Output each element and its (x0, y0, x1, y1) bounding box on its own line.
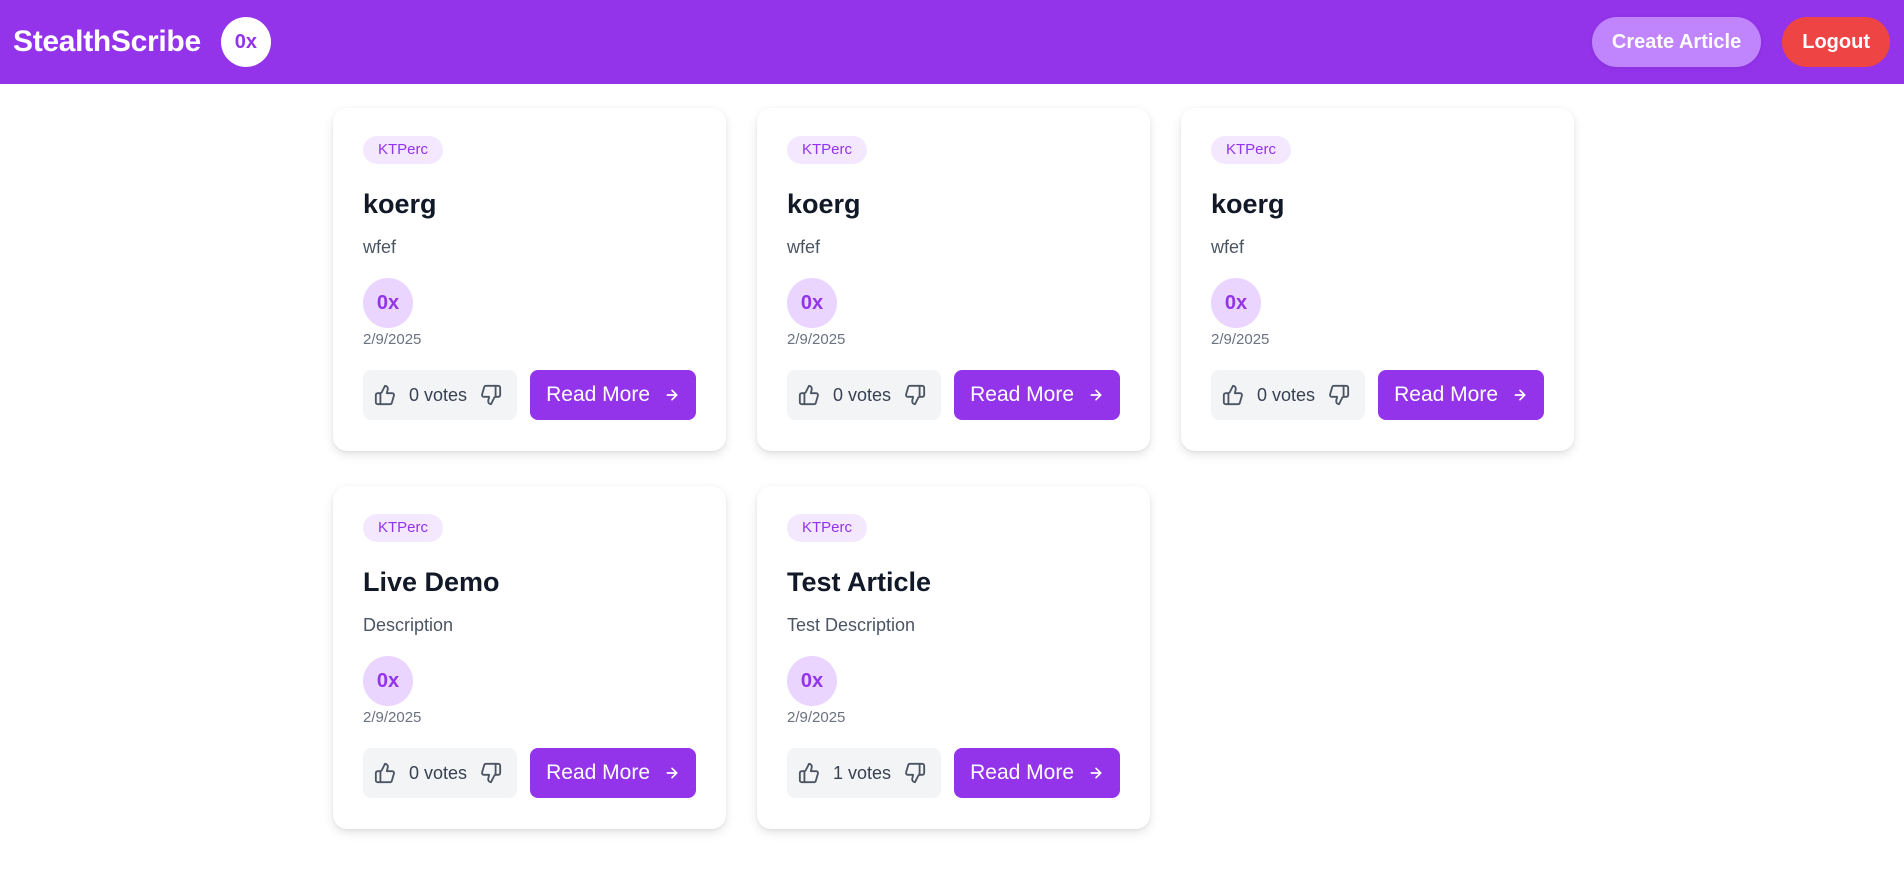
article-description: Description (363, 615, 454, 635)
vote-count: 0 votes (1256, 384, 1316, 405)
vote-count: 0 votes (408, 762, 468, 783)
article-tag: KTPerc (1211, 136, 1292, 164)
vote-count: 0 votes (832, 384, 892, 405)
thumbs-down-icon[interactable] (1327, 383, 1351, 407)
article-title: koerg (1211, 189, 1285, 219)
thumbs-up-icon[interactable] (373, 761, 397, 785)
article-card: KTPerc Live Demo Description 0x 2/9/2025… (333, 486, 726, 829)
article-date: 2/9/2025 (363, 331, 422, 348)
read-more-label: Read More (546, 761, 650, 784)
article-tag: KTPerc (363, 136, 444, 164)
author-avatar: 0x (363, 278, 413, 328)
card-footer: 0 votes Read More (363, 370, 696, 420)
article-description: Test Description (787, 615, 916, 635)
card-footer: 0 votes Read More (1211, 370, 1544, 420)
article-date: 2/9/2025 (787, 331, 846, 348)
brand-title[interactable]: StealthScribe (13, 25, 201, 59)
author-avatar: 0x (1211, 278, 1261, 328)
arrow-right-icon (664, 387, 680, 403)
author-avatar: 0x (363, 656, 413, 706)
article-date: 2/9/2025 (363, 709, 422, 726)
article-description: wfef (787, 237, 821, 257)
card-footer: 0 votes Read More (787, 370, 1120, 420)
arrow-right-icon (664, 765, 680, 781)
read-more-label: Read More (1394, 383, 1498, 406)
article-title: koerg (363, 189, 437, 219)
article-tag: KTPerc (787, 136, 868, 164)
vote-count: 1 votes (832, 762, 892, 783)
article-card: KTPerc koerg wfef 0x 2/9/2025 0 votes Re… (1181, 108, 1574, 451)
article-title: Live Demo (363, 567, 500, 597)
nav-actions: Create Article Logout (1591, 17, 1890, 67)
article-grid: KTPerc koerg wfef 0x 2/9/2025 0 votes Re… (333, 108, 1574, 829)
vote-count: 0 votes (408, 384, 468, 405)
user-avatar[interactable]: 0x (220, 17, 271, 67)
article-date: 2/9/2025 (1211, 331, 1270, 348)
thumbs-down-icon[interactable] (479, 761, 503, 785)
top-navbar: StealthScribe 0x Create Article Logout (0, 0, 1904, 84)
vote-box: 0 votes (1211, 370, 1365, 420)
card-footer: 0 votes Read More (363, 748, 696, 798)
vote-box: 0 votes (363, 748, 517, 798)
vote-box: 1 votes (787, 748, 941, 798)
article-card: KTPerc koerg wfef 0x 2/9/2025 0 votes Re… (757, 108, 1150, 451)
read-more-label: Read More (970, 383, 1074, 406)
article-tag: KTPerc (363, 514, 444, 542)
thumbs-up-icon[interactable] (797, 383, 821, 407)
brand-group: StealthScribe 0x (13, 17, 271, 67)
vote-box: 0 votes (787, 370, 941, 420)
read-more-button[interactable]: Read More (530, 370, 696, 420)
arrow-right-icon (1512, 387, 1528, 403)
logout-button[interactable]: Logout (1782, 17, 1890, 67)
read-more-label: Read More (970, 761, 1074, 784)
read-more-button[interactable]: Read More (954, 748, 1120, 798)
article-date: 2/9/2025 (787, 709, 846, 726)
article-description: wfef (1211, 237, 1245, 257)
read-more-button[interactable]: Read More (530, 748, 696, 798)
article-title: koerg (787, 189, 861, 219)
read-more-button[interactable]: Read More (1378, 370, 1544, 420)
thumbs-up-icon[interactable] (373, 383, 397, 407)
thumbs-up-icon[interactable] (797, 761, 821, 785)
author-avatar: 0x (787, 656, 837, 706)
arrow-right-icon (1088, 387, 1104, 403)
article-tag: KTPerc (787, 514, 868, 542)
create-article-button[interactable]: Create Article (1591, 17, 1762, 67)
read-more-label: Read More (546, 383, 650, 406)
arrow-right-icon (1088, 765, 1104, 781)
vote-box: 0 votes (363, 370, 517, 420)
article-card: KTPerc Test Article Test Description 0x … (757, 486, 1150, 829)
read-more-button[interactable]: Read More (954, 370, 1120, 420)
thumbs-down-icon[interactable] (903, 761, 927, 785)
article-card: KTPerc koerg wfef 0x 2/9/2025 0 votes Re… (333, 108, 726, 451)
article-title: Test Article (787, 567, 932, 597)
author-avatar: 0x (787, 278, 837, 328)
article-description: wfef (363, 237, 397, 257)
thumbs-up-icon[interactable] (1221, 383, 1245, 407)
card-footer: 1 votes Read More (787, 748, 1120, 798)
thumbs-down-icon[interactable] (903, 383, 927, 407)
thumbs-down-icon[interactable] (479, 383, 503, 407)
